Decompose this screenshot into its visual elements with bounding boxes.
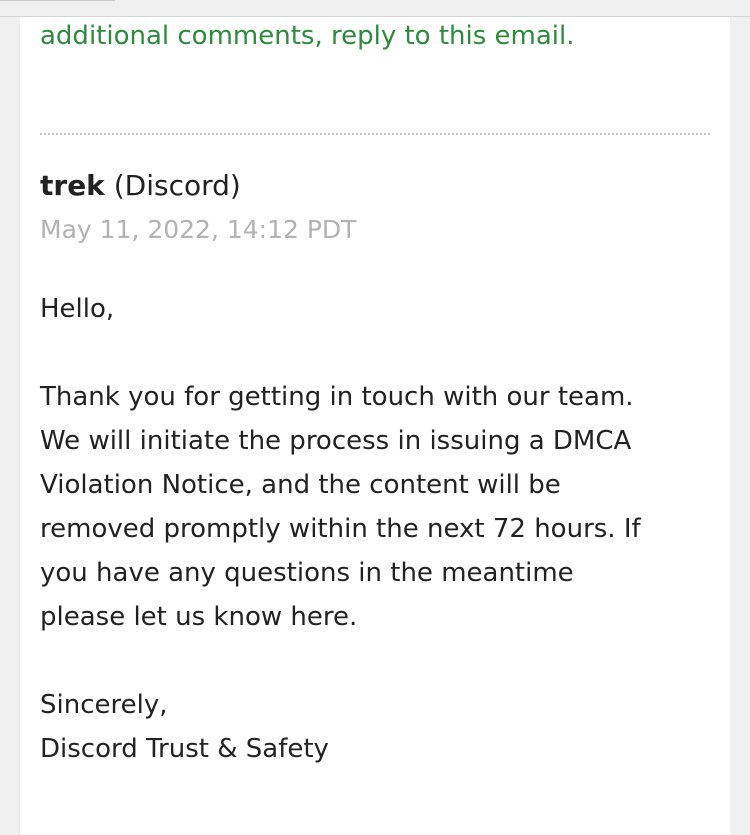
- sender-line: trek (Discord): [40, 168, 241, 204]
- paragraph-line: Violation Notice, and the content will b…: [40, 470, 561, 500]
- top-bar: [0, 0, 750, 17]
- sender-name: trek: [40, 169, 105, 202]
- message-body: Hello, Thank you for getting in touch wi…: [40, 287, 710, 771]
- email-card: additional comments, reply to this email…: [20, 17, 730, 835]
- greeting: Hello,: [40, 294, 115, 324]
- signoff: Sincerely,: [40, 690, 168, 720]
- paragraph-line: removed promptly within the next 72 hour…: [40, 514, 641, 544]
- previous-message-text: additional comments, reply to this email…: [40, 21, 575, 51]
- top-tab-edge: [0, 0, 115, 1]
- paragraph-line: please let us know here.: [40, 602, 358, 632]
- message-timestamp: May 11, 2022, 14:12 PDT: [40, 215, 357, 244]
- sender-org: (Discord): [113, 169, 241, 202]
- signature: Discord Trust & Safety: [40, 734, 329, 764]
- paragraph-line: you have any questions in the meantime: [40, 558, 574, 588]
- paragraph-line: Thank you for getting in touch with our …: [40, 382, 634, 412]
- paragraph-line: We will initiate the process in issuing …: [40, 426, 632, 456]
- message-divider: [40, 133, 710, 135]
